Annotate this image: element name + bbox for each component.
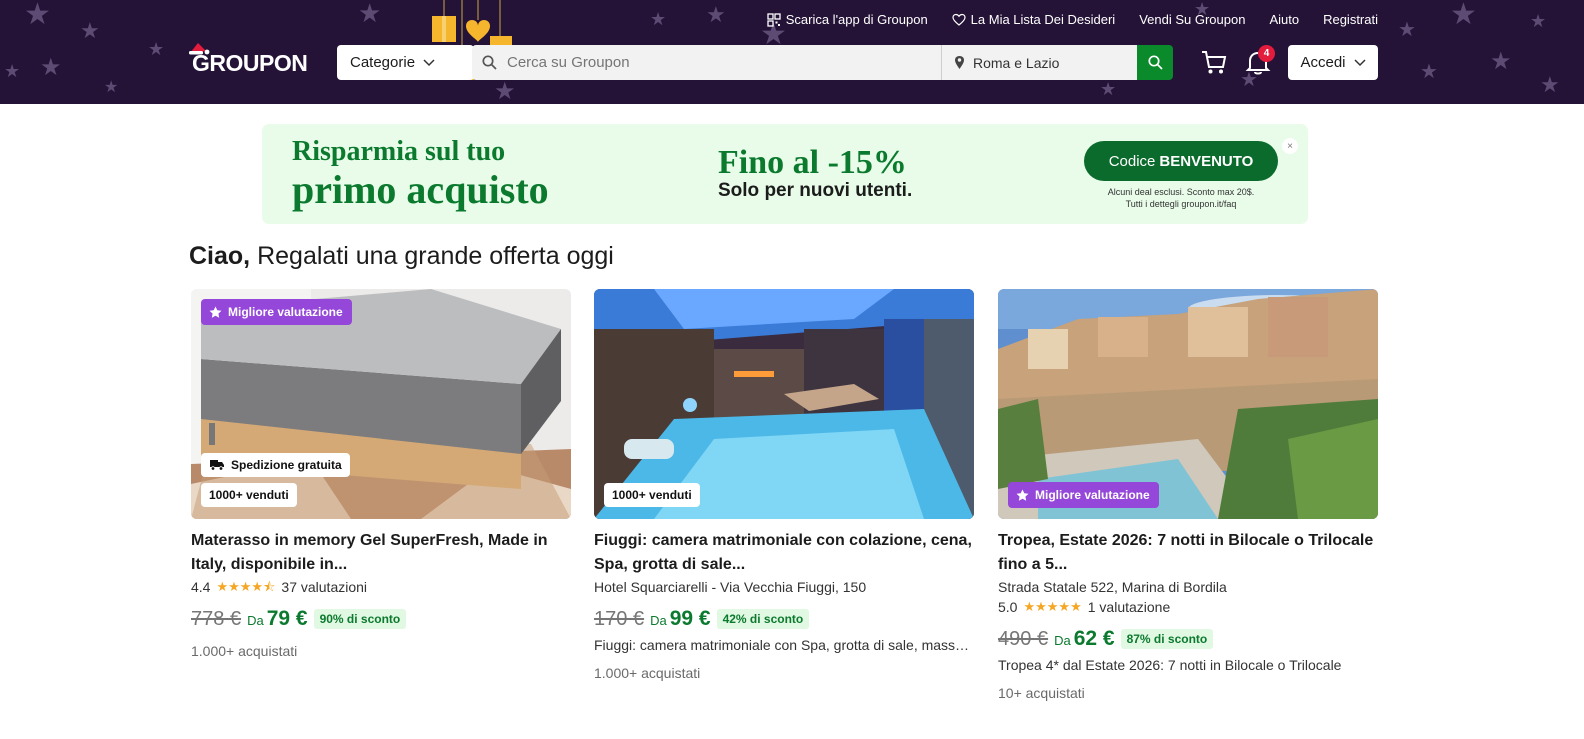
site-header: ★ ★ ★ ★ ★ ★ ★ ★ ★ ★ ★ ★ ★ ★ ★ ★ ★ ★ ★ ★ … (0, 0, 1584, 104)
notification-count-badge: 4 (1258, 45, 1275, 62)
top-navigation: Scarica l'app di Groupon La Mia Lista De… (767, 12, 1378, 27)
wishlist-label: La Mia Lista Dei Desideri (970, 12, 1116, 27)
login-dropdown[interactable]: Accedi (1288, 45, 1378, 80)
truck-icon (210, 460, 224, 471)
original-price: 490 € (998, 628, 1049, 650)
star-icon (1016, 489, 1029, 501)
deal-location: Hotel Squarciarelli - Via Vecchia Fiuggi… (594, 579, 867, 595)
free-shipping-label: Spedizione gratuita (231, 458, 342, 472)
search-button[interactable] (1137, 45, 1173, 80)
sale-price: 99 € (669, 607, 711, 630)
login-label: Accedi (1300, 54, 1346, 71)
star-icon (209, 306, 222, 318)
sold-count-badge: 1000+ venduti (201, 483, 297, 507)
close-banner-button[interactable]: × (1282, 138, 1298, 154)
sale-price: 79 € (266, 607, 308, 630)
download-app-link[interactable]: Scarica l'app di Groupon (767, 12, 928, 27)
location-pin-icon (955, 56, 964, 69)
groupon-logo[interactable]: GROUPON (189, 43, 308, 77)
rating-stars-icon: ★★★★⯪ (216, 579, 276, 594)
deal-card-fiuggi-hotel[interactable]: 1000+ venduti Fiuggi: camera matrimonial… (594, 289, 974, 681)
deal-description: Tropea 4* dal Estate 2026: 7 notti in Bi… (998, 657, 1342, 673)
price-from-label: Da (247, 613, 264, 628)
promo-title: Risparmia sul tuo primo acquisto (292, 138, 549, 210)
sell-on-groupon-link[interactable]: Vendi Su Groupon (1139, 12, 1245, 27)
santa-hat-icon (189, 43, 210, 55)
greeting-name: Ciao, (189, 242, 251, 270)
deal-description: Fiuggi: camera matrimoniale con Spa, gro… (594, 637, 974, 653)
top-rated-label: Migliore valutazione (228, 305, 343, 319)
help-link[interactable]: Aiuto (1269, 12, 1299, 27)
purchase-count: 10+ acquistati (998, 685, 1085, 701)
deal-location: Strada Statale 522, Marina di Bordila (998, 579, 1227, 595)
price-from-label: Da (1054, 633, 1071, 648)
discount-badge: 90% di sconto (313, 609, 407, 629)
cart-icon[interactable] (1200, 48, 1228, 76)
price-from-label: Da (650, 613, 667, 628)
search-icon (1147, 55, 1163, 70)
promo-code-value: BENVENUTO (1159, 152, 1254, 170)
review-count: 37 valutazioni (281, 579, 368, 595)
purchase-count: 1.000+ acquistati (191, 643, 298, 659)
search-input[interactable] (507, 54, 927, 71)
top-rated-label: Migliore valutazione (1035, 488, 1150, 502)
deal-rating: 4.4 ★★★★⯪ 37 valutazioni (191, 577, 571, 597)
search-bar: Roma e Lazio (472, 45, 1138, 80)
deal-title: Materasso in memory Gel SuperFresh, Made… (191, 532, 548, 573)
qr-code-icon (767, 12, 781, 27)
rating-value: 5.0 (998, 599, 1018, 615)
search-icon (482, 55, 497, 70)
free-shipping-badge: Spedizione gratuita (201, 453, 350, 477)
sold-count-badge: 1000+ venduti (604, 483, 700, 507)
review-count: 1 valutazione (1087, 599, 1171, 615)
deal-image: Migliore valutazione (998, 289, 1378, 519)
location-selector[interactable]: Roma e Lazio (942, 55, 1059, 71)
heart-icon (952, 13, 966, 26)
first-purchase-promo-banner[interactable]: Risparmia sul tuo primo acquisto Fino al… (262, 124, 1308, 224)
original-price: 778 € (191, 608, 242, 630)
deal-image: 1000+ venduti (594, 289, 974, 519)
promo-title-line2: primo acquisto (292, 167, 549, 212)
discount-badge: 42% di sconto (716, 609, 810, 629)
deal-title: Tropea, Estate 2026: 7 notti in Bilocale… (998, 532, 1374, 573)
promo-headline: Fino al -15% (718, 144, 907, 181)
register-link[interactable]: Registrati (1323, 12, 1378, 27)
promo-fine-print-line1: Alcuni deal esclusi. Sconto max 20$. (1107, 187, 1255, 197)
sale-price: 62 € (1073, 627, 1115, 650)
greeting-text: Regalati una grande offerta oggi (257, 242, 614, 270)
wishlist-link[interactable]: La Mia Lista Dei Desideri (952, 12, 1116, 27)
deal-card-tropea[interactable]: Migliore valutazione Tropea, Estate 2026… (998, 289, 1378, 701)
deal-image: Migliore valutazione Spedizione gratuita… (191, 289, 571, 519)
deal-rating: 5.0 ★★★★★ 1 valutazione (998, 597, 1378, 617)
promo-code-prefix: Codice (1108, 152, 1156, 170)
categories-label: Categorie (350, 54, 416, 71)
deal-card-mattress[interactable]: Migliore valutazione Spedizione gratuita… (191, 289, 571, 659)
rating-stars-icon: ★★★★★ (1023, 599, 1082, 614)
promo-title-line1: Risparmia sul tuo (292, 136, 506, 167)
chevron-down-icon (423, 58, 435, 66)
promo-subline: Solo per nuovi utenti. (718, 180, 913, 201)
chevron-down-icon (1353, 58, 1366, 66)
deal-price: 170 € Da 99 € 42% di sconto (594, 607, 974, 631)
categories-dropdown[interactable]: Categorie (337, 45, 474, 80)
deal-title: Fiuggi: camera matrimoniale con colazion… (594, 532, 972, 573)
original-price: 170 € (594, 608, 645, 630)
top-rated-badge: Migliore valutazione (201, 299, 352, 325)
top-rated-badge: Migliore valutazione (1008, 482, 1159, 508)
deal-price: 490 € Da 62 € 87% di sconto (998, 627, 1378, 651)
promo-fine-print-line2: Tutti i dettegli groupon.it/faq (1125, 199, 1237, 209)
deal-price: 778 € Da 79 € 90% di sconto (191, 607, 571, 631)
purchase-count: 1.000+ acquistati (594, 665, 701, 681)
greeting-heading: Ciao, Regalati una grande offerta oggi (189, 242, 614, 271)
discount-badge: 87% di sconto (1120, 629, 1214, 649)
promo-fine-print: Alcuni deal esclusi. Sconto max 20$. Tut… (1072, 186, 1290, 210)
download-app-label: Scarica l'app di Groupon (785, 12, 928, 27)
location-label: Roma e Lazio (973, 54, 1060, 71)
rating-value: 4.4 (191, 579, 211, 595)
promo-code-button[interactable]: Codice BENVENUTO (1084, 141, 1278, 181)
